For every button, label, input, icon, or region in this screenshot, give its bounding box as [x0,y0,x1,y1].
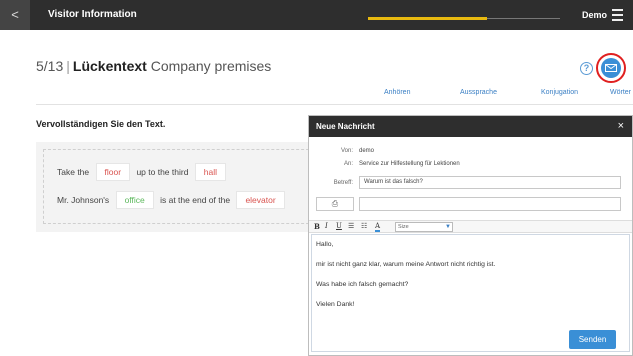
subject-input[interactable]: Warum ist das falsch? [359,176,621,189]
font-color-icon[interactable]: A [375,222,381,232]
from-value: demo [359,148,375,154]
tab-konjugation[interactable]: Konjugation [541,89,578,96]
progress-bar [368,17,560,20]
attachment-field[interactable] [359,197,621,211]
bold-button[interactable]: B [314,222,320,231]
exercise-type: Lückentext [72,58,147,74]
heading-separator: | [66,58,70,74]
numbered-list-icon[interactable]: ☷ [361,222,367,230]
lesson-topic: Company premises [150,58,272,74]
message-line: Was habe ich falsch gemacht? [316,281,409,288]
sentence-text: up to the third [136,167,189,177]
divider [36,104,633,105]
help-icon[interactable]: ? [580,62,593,75]
from-label: Von: [340,148,353,154]
font-size-value: Size [398,224,409,230]
sentence-row-1: Take the floor up to the third hall [57,163,230,181]
sentence-text: Take the [57,167,90,177]
sentence-row-2: Mr. Johnson's office is at the end of th… [57,191,289,209]
gap-answer[interactable]: office [115,191,154,209]
back-button[interactable]: < [0,0,30,30]
chevron-down-icon: ▼ [445,224,451,230]
page-title: Visitor Information [48,9,137,20]
message-line: Hallo, [316,241,334,248]
message-line: Vielen Dank! [316,301,355,308]
gap-answer[interactable]: elevator [236,191,285,209]
tool-tabs: Anhören Aussprache Konjugation Wörter [384,89,633,105]
subject-label: Betreff: [333,180,353,186]
tab-aussprache[interactable]: Aussprache [460,89,497,96]
exercise-panel: Take the floor up to the third hall Mr. … [36,142,326,232]
tab-woerter[interactable]: Wörter [610,89,631,96]
font-size-select[interactable]: Size ▼ [395,222,453,232]
close-icon[interactable]: × [618,116,624,137]
gap-answer[interactable]: hall [194,163,227,181]
sentence-text: is at the end of the [160,195,231,205]
exercise-dropzone: Take the floor up to the third hall Mr. … [43,149,319,224]
bullet-list-icon[interactable]: ☰ [348,222,354,230]
gap-answer[interactable]: floor [95,163,131,181]
message-line: mir ist nicht ganz klar, warum meine Ant… [316,261,496,268]
top-bar: < Visitor Information Demo [0,0,633,30]
send-button[interactable]: Senden [569,330,616,349]
user-name[interactable]: Demo [582,0,607,30]
chevron-left-icon: < [11,7,19,22]
italic-button[interactable]: I [325,222,328,230]
hamburger-menu-icon[interactable] [612,9,623,21]
to-label: An: [343,161,353,167]
new-message-dialog: Neue Nachricht × Von: demo An: Service z… [308,115,633,356]
lesson-heading: 5/13 | Lückentext Company premises [36,58,271,74]
to-value: Service zur Hilfestellung für Lektionen [359,161,460,167]
dialog-header: Neue Nachricht × [309,116,632,137]
instruction-text: Vervollständigen Sie den Text. [36,119,166,129]
underline-button[interactable]: U [336,222,342,230]
lesson-counter: 5/13 [36,58,64,74]
tab-anhoeren[interactable]: Anhören [384,89,410,96]
highlight-ring [596,53,626,83]
progress-fill [368,17,488,20]
dialog-title: Neue Nachricht [316,122,375,131]
attach-button[interactable]: ⎙ [316,197,354,211]
paperclip-icon: ⎙ [331,199,339,208]
format-toolbar: B I U ☰ ☷ A Size ▼ [309,220,632,233]
sentence-text: Mr. Johnson's [57,195,110,205]
